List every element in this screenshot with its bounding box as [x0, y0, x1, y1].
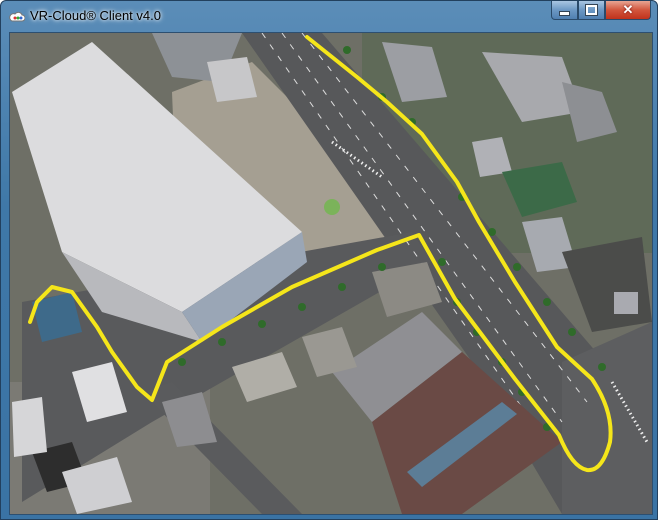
app-window: VR-Cloud® Client v4.0 ✕	[0, 0, 658, 520]
maximize-button[interactable]	[578, 1, 605, 20]
close-button[interactable]: ✕	[605, 1, 651, 20]
minimize-icon	[559, 10, 570, 16]
window-title: VR-Cloud® Client v4.0	[30, 8, 161, 23]
city-scene	[10, 33, 652, 514]
minimize-button[interactable]	[551, 1, 578, 20]
maximize-icon	[585, 4, 598, 16]
cloud-app-icon	[9, 11, 25, 22]
3d-map-viewport[interactable]	[9, 32, 653, 515]
title-bar[interactable]: VR-Cloud® Client v4.0 ✕	[1, 1, 657, 31]
close-icon: ✕	[622, 2, 634, 17]
